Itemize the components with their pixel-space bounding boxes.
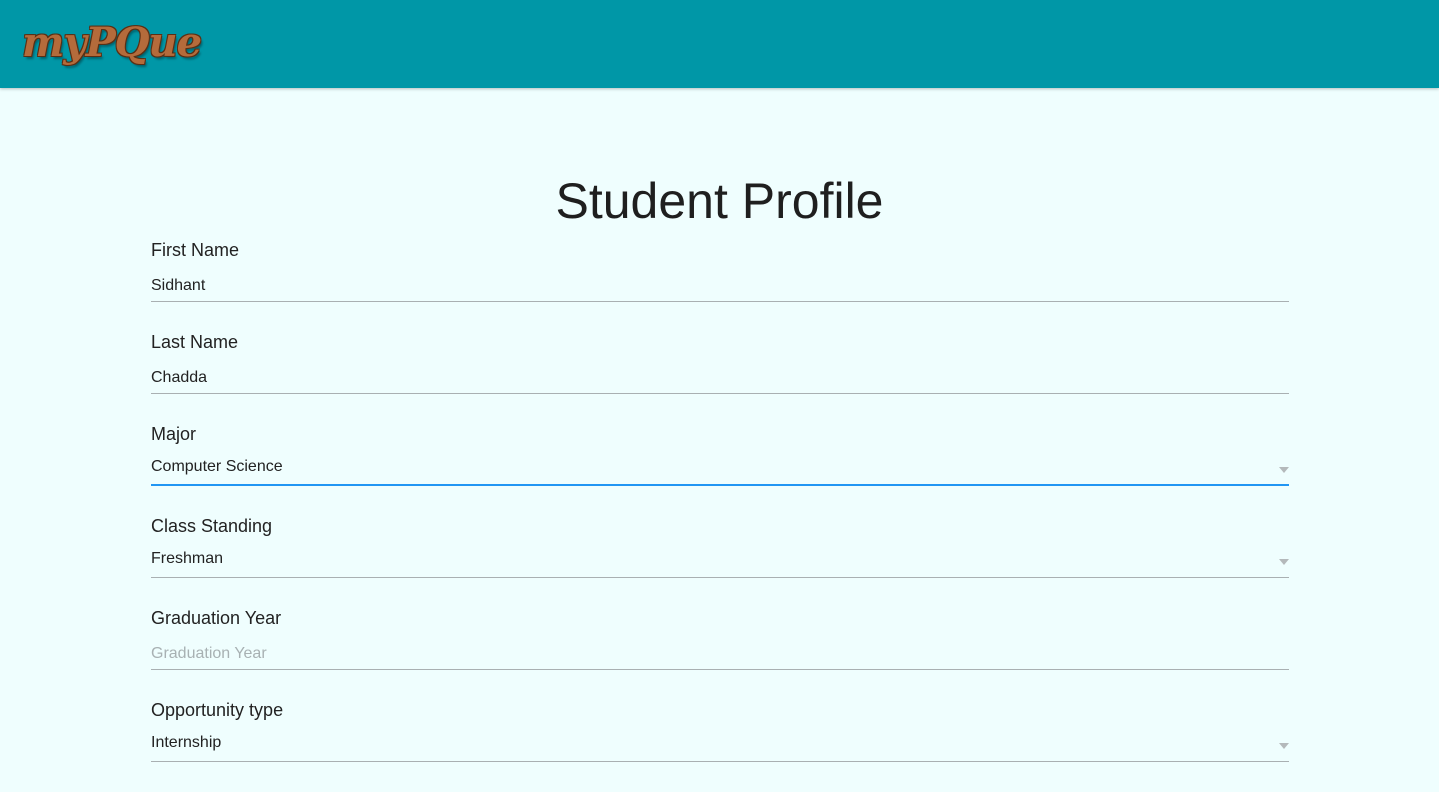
app-logo[interactable]: myPQue [22, 18, 202, 68]
last-name-input[interactable] [151, 362, 1289, 394]
page-title: Student Profile [555, 173, 884, 229]
class-standing-select[interactable]: Freshman [151, 546, 1289, 578]
chevron-down-icon [1279, 743, 1289, 749]
last-name-field: Last Name [151, 332, 1289, 424]
graduation-year-field: Graduation Year [151, 608, 1289, 700]
opportunity-type-selected-value: Internship [151, 734, 222, 751]
chevron-down-icon [1279, 467, 1289, 473]
opportunity-type-label: Opportunity type [151, 700, 284, 720]
class-standing-field: Class Standing Freshman [151, 516, 1289, 608]
graduation-year-input[interactable] [151, 638, 1289, 670]
opportunity-type-field: Opportunity type Internship [151, 700, 1289, 792]
major-selected-value: Computer Science [151, 458, 283, 475]
first-name-field: First Name [151, 240, 1289, 332]
major-select[interactable]: Computer Science [151, 454, 1289, 486]
class-standing-selected-value: Freshman [151, 550, 224, 567]
first-name-label: First Name [151, 240, 240, 260]
last-name-label: Last Name [151, 332, 239, 352]
opportunity-type-select[interactable]: Internship [151, 730, 1289, 762]
top-app-bar: myPQue [0, 0, 1439, 88]
major-field: Major Computer Science [151, 424, 1289, 516]
chevron-down-icon [1279, 559, 1289, 565]
first-name-input[interactable] [151, 270, 1289, 302]
major-label: Major [151, 424, 197, 444]
graduation-year-label: Graduation Year [151, 608, 282, 628]
class-standing-label: Class Standing [151, 516, 273, 536]
